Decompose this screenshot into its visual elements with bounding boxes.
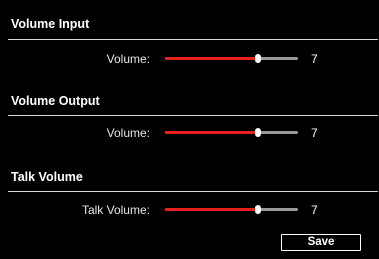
section-divider <box>8 191 378 192</box>
slider-fill <box>165 57 259 60</box>
slider-thumb[interactable] <box>255 128 262 137</box>
section-title-talk-volume: Talk Volume <box>11 170 83 184</box>
section-title-volume-input: Volume Input <box>11 17 90 31</box>
talk-volume-slider[interactable] <box>165 205 298 215</box>
volume-input-value: 7 <box>311 52 318 66</box>
volume-input-label: Volume: <box>106 52 150 66</box>
section-title-volume-output: Volume Output <box>11 94 100 108</box>
volume-output-value: 7 <box>311 126 318 140</box>
volume-output-slider[interactable] <box>165 128 298 138</box>
talk-volume-value: 7 <box>311 203 318 217</box>
talk-volume-label: Talk Volume: <box>81 203 150 217</box>
section-divider <box>8 39 378 40</box>
save-button[interactable]: Save <box>281 234 361 251</box>
slider-fill <box>165 131 259 134</box>
slider-thumb[interactable] <box>255 205 262 214</box>
volume-output-label: Volume: <box>106 126 150 140</box>
volume-input-slider[interactable] <box>165 54 298 64</box>
section-divider <box>8 115 378 116</box>
slider-thumb[interactable] <box>255 54 262 63</box>
slider-fill <box>165 208 259 211</box>
